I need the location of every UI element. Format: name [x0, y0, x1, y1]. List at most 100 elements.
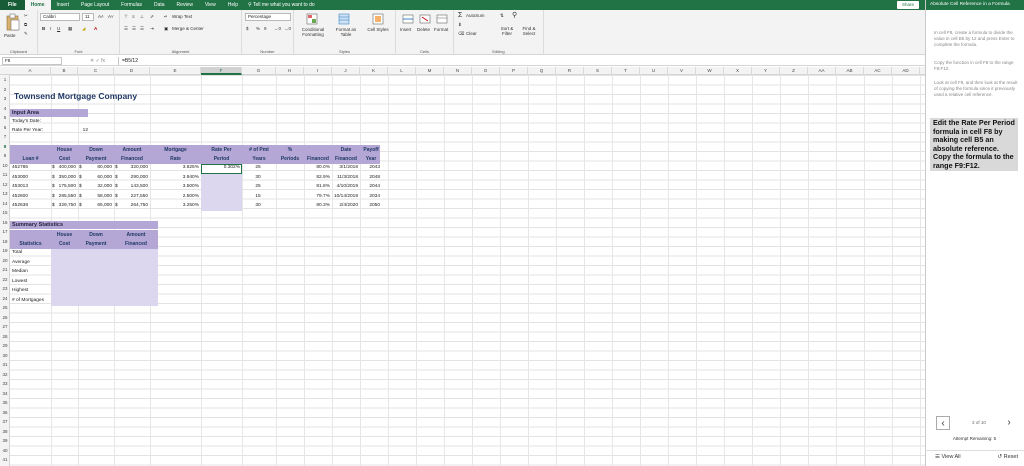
- cell-styles-button[interactable]: Cell Styles: [364, 27, 392, 32]
- font-size-box[interactable]: 11: [82, 13, 94, 21]
- summary-row-label[interactable]: Average: [12, 260, 50, 266]
- column-header-ac[interactable]: AC: [864, 67, 892, 75]
- summary-subheader-2[interactable]: Payment: [78, 241, 114, 247]
- merge-center-icon[interactable]: ▣: [164, 25, 168, 32]
- row-header-1[interactable]: 1: [0, 77, 10, 82]
- fill-icon[interactable]: ⬇: [458, 21, 462, 28]
- row-header-31[interactable]: 31: [0, 362, 10, 367]
- loan-down-cell[interactable]: 58,000: [78, 194, 112, 200]
- loan-financed-cell[interactable]: 143,500: [114, 184, 148, 190]
- loan-subheader-2[interactable]: Payment: [78, 156, 114, 162]
- next-step-button[interactable]: ›: [1002, 416, 1016, 430]
- conditional-formatting-icon[interactable]: [306, 13, 318, 25]
- column-header-n[interactable]: N: [444, 67, 472, 75]
- loan-down-cell[interactable]: 80,000: [78, 165, 112, 171]
- tell-me-search[interactable]: ⚲ Tell me what you want to do: [248, 2, 315, 8]
- loan-rate-cell[interactable]: 3.940%: [150, 175, 199, 181]
- row-header-15[interactable]: 15: [0, 210, 10, 215]
- row-header-32[interactable]: 32: [0, 372, 10, 377]
- clear-button[interactable]: Clear: [466, 30, 477, 37]
- merge-center-button[interactable]: Merge & Center: [172, 25, 204, 32]
- row-header-39[interactable]: 39: [0, 438, 10, 443]
- summary-row-label[interactable]: Total: [12, 250, 50, 256]
- loan-header-6[interactable]: # of Pmt: [242, 147, 276, 153]
- row-header-35[interactable]: 35: [0, 400, 10, 405]
- loan-date-cell[interactable]: 11/3/2018: [332, 175, 358, 181]
- sheet-title[interactable]: Townsend Mortgage Company: [14, 91, 137, 101]
- previous-step-button[interactable]: ‹: [936, 416, 950, 430]
- loan-years-cell[interactable]: 25: [242, 184, 274, 190]
- row-header-11[interactable]: 11: [0, 172, 10, 177]
- column-header-j[interactable]: J: [332, 67, 360, 75]
- row-header-13[interactable]: 13: [0, 191, 10, 196]
- row-header-14[interactable]: 14: [0, 201, 10, 206]
- reset-button[interactable]: ↺ Reset: [997, 454, 1018, 460]
- column-header-u[interactable]: U: [640, 67, 668, 75]
- column-header-c[interactable]: C: [78, 67, 114, 75]
- loan-subheader-5[interactable]: Period: [201, 156, 242, 162]
- column-header-g[interactable]: G: [242, 67, 276, 75]
- tab-page-layout[interactable]: Page Layout: [75, 0, 115, 10]
- align-center-icon[interactable]: ☰: [132, 25, 136, 32]
- column-header-f[interactable]: F: [201, 67, 242, 75]
- sort-filter-icon[interactable]: ⇅: [500, 12, 504, 19]
- row-header-9[interactable]: 9: [0, 153, 10, 158]
- loan-pct-cell[interactable]: 82.9%: [304, 175, 330, 181]
- column-header-z[interactable]: Z: [780, 67, 808, 75]
- input-area-heading[interactable]: Input Area: [12, 110, 39, 116]
- increase-font-icon[interactable]: A˄: [98, 13, 104, 20]
- row-header-29[interactable]: 29: [0, 343, 10, 348]
- loan-rate-cell[interactable]: 3.500%: [150, 184, 199, 190]
- tab-data[interactable]: Data: [148, 0, 171, 10]
- row-header-12[interactable]: 12: [0, 182, 10, 187]
- delete-cells-icon[interactable]: [419, 13, 431, 25]
- column-header-m[interactable]: M: [416, 67, 444, 75]
- loan-pct-cell[interactable]: 79.7%: [304, 194, 330, 200]
- italic-button[interactable]: I: [50, 25, 51, 32]
- summary-row-label[interactable]: Highest: [12, 288, 50, 294]
- formula-buttons[interactable]: ✕ ✓ fx: [90, 57, 105, 65]
- borders-icon[interactable]: ▦: [68, 25, 72, 32]
- loan-subheader-4[interactable]: Rate: [150, 156, 201, 162]
- formula-input[interactable]: =B5/12: [118, 57, 923, 65]
- row-header-8[interactable]: 8: [0, 144, 10, 149]
- row-header-17[interactable]: 17: [0, 229, 10, 234]
- loan-financed-cell[interactable]: 227,550: [114, 194, 148, 200]
- column-header-ad[interactable]: AD: [892, 67, 920, 75]
- indent-icon[interactable]: ⇥: [150, 25, 154, 32]
- decrease-font-icon[interactable]: A˅: [108, 13, 114, 20]
- loan-header-9[interactable]: Payoff: [360, 147, 382, 153]
- decrease-decimal-icon[interactable]: →0: [284, 25, 291, 32]
- comma-button[interactable]: 9: [264, 25, 267, 32]
- tab-formulas[interactable]: Formulas: [115, 0, 148, 10]
- loan-down-cell[interactable]: 60,000: [78, 175, 112, 181]
- column-header-s[interactable]: S: [584, 67, 612, 75]
- worksheet-grid[interactable]: ABCDEFGHIJKLMNOPQRSTUVWXYZAAABACADAE 123…: [0, 67, 925, 466]
- row-header-36[interactable]: 36: [0, 410, 10, 415]
- column-header-x[interactable]: X: [724, 67, 752, 75]
- row-header-19[interactable]: 19: [0, 248, 10, 253]
- row-header-37[interactable]: 37: [0, 419, 10, 424]
- column-header-w[interactable]: W: [696, 67, 724, 75]
- row-header-28[interactable]: 28: [0, 334, 10, 339]
- align-middle-icon[interactable]: ≡: [132, 13, 135, 20]
- loan-pct-cell[interactable]: 80.3%: [304, 203, 330, 209]
- summary-row-label[interactable]: Median: [12, 269, 50, 275]
- find-select-button[interactable]: Find & Select: [518, 26, 540, 36]
- column-header-y[interactable]: Y: [752, 67, 780, 75]
- loan-down-cell[interactable]: 32,000: [78, 184, 112, 190]
- percent-button[interactable]: %: [256, 25, 260, 32]
- tab-review[interactable]: Review: [171, 0, 199, 10]
- rate-per-year-label[interactable]: Rate Per Year:: [12, 128, 43, 134]
- loan-financed-cell[interactable]: 264,750: [114, 203, 148, 209]
- loan-payoff-cell[interactable]: 2043: [360, 165, 380, 171]
- column-header-k[interactable]: K: [360, 67, 388, 75]
- delete-button[interactable]: Delete: [417, 26, 430, 33]
- loan-header-1[interactable]: House: [51, 147, 78, 153]
- loan-loan-cell[interactable]: 452638: [12, 203, 49, 209]
- insert-button[interactable]: Insert: [400, 26, 411, 33]
- loan-date-cell[interactable]: 3/1/2018: [332, 165, 358, 171]
- orientation-icon[interactable]: ⇗: [150, 13, 154, 20]
- loan-loan-cell[interactable]: 453013: [12, 184, 49, 190]
- column-header-a[interactable]: A: [10, 67, 51, 75]
